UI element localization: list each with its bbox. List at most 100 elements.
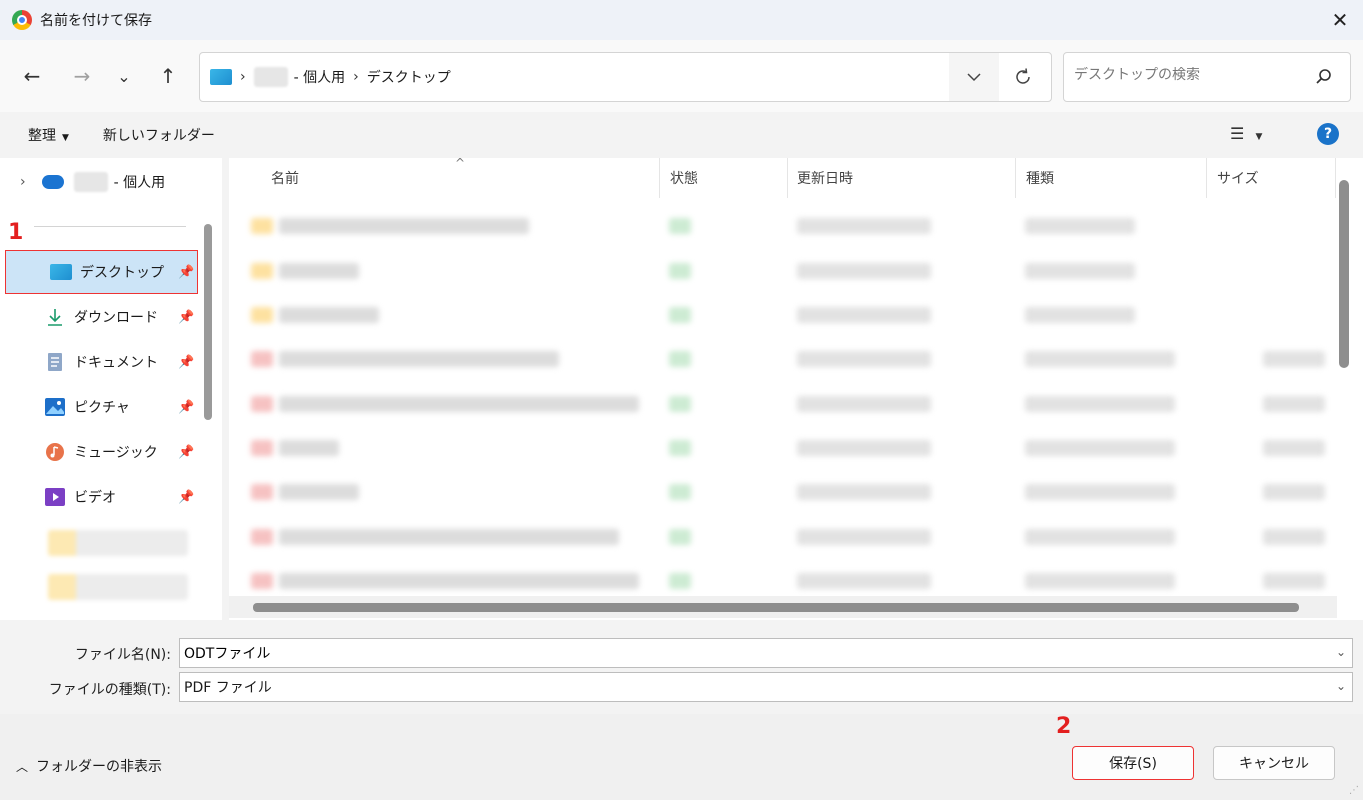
file-row[interactable] (243, 567, 1333, 597)
sidebar-item-music[interactable]: ミュージック 📌 (0, 432, 200, 472)
search-icon[interactable] (1314, 67, 1334, 87)
organize-menu[interactable]: 整理 ▼ (22, 125, 75, 145)
chevron-down-icon[interactable]: ⌄ (1336, 645, 1346, 659)
redacted-cell (279, 263, 359, 279)
column-header-modified[interactable]: 更新日時 (797, 158, 853, 198)
refresh-button[interactable] (1003, 53, 1043, 101)
breadcrumb-account[interactable]: - 個人用 (294, 67, 346, 87)
sidebar-item-label: - 個人用 (113, 175, 166, 191)
sidebar-item-redacted[interactable] (48, 530, 188, 556)
redacted-cell (279, 351, 559, 367)
refresh-icon (1016, 68, 1030, 84)
column-header-type[interactable]: 種類 (1026, 158, 1054, 198)
vertical-scrollbar[interactable] (1339, 180, 1349, 368)
caret-down-icon: ▼ (1255, 132, 1263, 142)
hide-folders-button[interactable]: ︿ フォルダーの非表示 (16, 756, 162, 776)
sidebar-item-desktop[interactable]: デスクトップ 📌 (5, 250, 198, 294)
file-row[interactable] (243, 478, 1333, 508)
redacted-cell (797, 529, 931, 545)
chevron-up-icon: ︿ (16, 759, 29, 774)
sidebar-item-documents[interactable]: ドキュメント 📌 (0, 342, 200, 382)
redacted-cell (279, 396, 639, 412)
filetype-select[interactable]: PDF ファイル ⌄ (179, 672, 1353, 702)
redacted-cell (1263, 351, 1325, 367)
sidebar-divider (34, 226, 186, 227)
close-button[interactable]: ✕ (1317, 0, 1363, 40)
breadcrumb-current[interactable]: デスクトップ (367, 67, 451, 87)
redacted-cell (279, 484, 359, 500)
column-header-status[interactable]: 状態 (670, 158, 698, 198)
file-row[interactable] (243, 523, 1333, 553)
redacted-cell (279, 440, 339, 456)
address-dropdown-button[interactable] (949, 53, 999, 101)
file-row[interactable] (243, 212, 1333, 242)
file-row[interactable] (243, 390, 1333, 420)
sidebar-item-pictures[interactable]: ピクチャ 📌 (0, 387, 200, 427)
title-bar: 名前を付けて保存 ✕ (0, 0, 1363, 40)
sidebar-item-videos[interactable]: ビデオ 📌 (0, 477, 200, 517)
address-bar[interactable]: › - 個人用 › デスクトップ (199, 52, 1052, 102)
pin-icon: 📌 (178, 264, 195, 280)
hide-folders-label: フォルダーの非表示 (36, 759, 163, 775)
resize-grip-icon[interactable]: ⋰ (1349, 785, 1359, 796)
save-button[interactable]: 保存(S) (1072, 746, 1194, 780)
navigation-bar: ← → ⌄ ↑ › - 個人用 › デスクトップ (0, 40, 1363, 112)
column-header-name[interactable]: 名前 (271, 158, 299, 198)
filename-input[interactable] (184, 645, 1314, 661)
sidebar-item-label: ミュージック (74, 445, 158, 461)
chevron-right-icon[interactable]: › (20, 174, 26, 190)
search-input[interactable] (1074, 67, 1304, 83)
filename-combobox[interactable]: ⌄ (179, 638, 1353, 668)
sidebar-item-downloads[interactable]: ダウンロード 📌 (0, 297, 200, 337)
redacted-cell (1263, 396, 1325, 412)
sidebar-scrollbar[interactable] (204, 224, 212, 420)
redacted-cell (1025, 484, 1175, 500)
redacted-cell (251, 351, 273, 367)
dialog-footer: ︿ フォルダーの非表示 保存(S) キャンセル ⋰ (0, 714, 1363, 800)
column-separator[interactable] (659, 158, 660, 198)
forward-button[interactable]: → (66, 60, 98, 92)
redacted-cell (251, 484, 273, 500)
up-button[interactable]: ↑ (152, 60, 184, 92)
column-header-size[interactable]: サイズ (1217, 158, 1259, 198)
redacted-cell (1263, 440, 1325, 456)
redacted-cell (1025, 529, 1175, 545)
filetype-label: ファイルの種類(T): (48, 682, 171, 698)
help-icon[interactable]: ? (1317, 123, 1339, 145)
redacted-cell (797, 573, 931, 589)
redacted-cell (1025, 351, 1175, 367)
search-box[interactable] (1063, 52, 1351, 102)
column-separator[interactable] (787, 158, 788, 198)
redacted-cell (279, 573, 639, 589)
file-row[interactable] (243, 301, 1333, 331)
redacted-cell (1025, 263, 1135, 279)
file-row[interactable] (243, 257, 1333, 287)
redacted-cell (797, 396, 931, 412)
column-separator[interactable] (1335, 158, 1336, 198)
download-icon (48, 309, 62, 326)
recent-locations-button[interactable]: ⌄ (108, 60, 140, 92)
redacted-cell (669, 263, 691, 279)
chevron-down-icon (967, 73, 981, 82)
file-row[interactable] (243, 434, 1333, 464)
view-options-button[interactable]: ☰ ▼ (1230, 124, 1262, 143)
file-list: ^ 名前 状態 更新日時 種類 サイズ (229, 158, 1363, 620)
pin-icon: 📌 (178, 354, 195, 370)
new-folder-button[interactable]: 新しいフォルダー (97, 125, 221, 145)
horizontal-scrollbar-track (229, 596, 1337, 618)
horizontal-scrollbar[interactable] (253, 603, 1299, 612)
redacted-cell (669, 218, 691, 234)
sidebar-item-redacted[interactable] (48, 574, 188, 600)
column-separator[interactable] (1015, 158, 1016, 198)
sidebar-item-onedrive[interactable]: › - 個人用 (0, 162, 165, 202)
cancel-button[interactable]: キャンセル (1213, 746, 1335, 780)
back-button[interactable]: ← (16, 60, 48, 92)
redacted-cell (1025, 396, 1175, 412)
caret-down-icon: ▼ (62, 133, 69, 143)
file-row[interactable] (243, 345, 1333, 375)
redacted-cell (669, 573, 691, 589)
sidebar-item-label: ピクチャ (74, 400, 130, 416)
column-separator[interactable] (1206, 158, 1207, 198)
redacted-cell (797, 263, 931, 279)
redacted-cell (279, 529, 619, 545)
